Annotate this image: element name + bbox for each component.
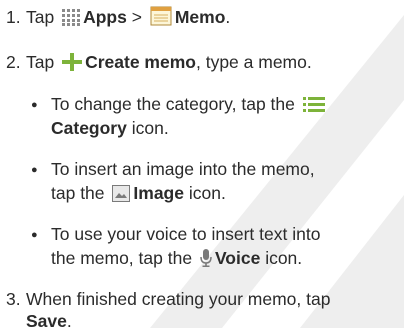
bullet-text-rest: icon. <box>260 248 303 268</box>
step-number: 2. <box>6 52 21 72</box>
bullet-dot: ● <box>31 164 38 176</box>
bullet-text: To change the category, tap the <box>51 94 295 114</box>
step-text-rest: , type a memo. <box>195 52 312 72</box>
apps-grid-icon <box>62 9 81 26</box>
bullet-text-rest: icon. <box>183 183 226 203</box>
instructions: 1. Tap Apps > Memo. 2. Tap Create memo, … <box>0 0 404 331</box>
bullet-text: the memo, tap the <box>51 248 193 268</box>
plus-icon <box>62 53 83 71</box>
memo-label: Memo <box>174 7 226 27</box>
memo-icon <box>150 6 172 26</box>
save-label: Save <box>26 311 67 331</box>
step-text: Tap <box>26 52 55 72</box>
period: . <box>225 7 231 27</box>
category-label: Category <box>51 118 127 138</box>
step-number: 3. <box>6 289 21 309</box>
period: . <box>66 311 72 331</box>
category-list-icon <box>302 96 325 113</box>
bullet-dot: ● <box>31 229 38 241</box>
microphone-icon <box>200 249 212 267</box>
step-text: Tap <box>26 7 55 27</box>
bullet-text: To insert an image into the memo, <box>51 159 315 179</box>
voice-label: Voice <box>214 248 261 268</box>
create-memo-label: Create memo <box>85 52 196 72</box>
apps-label: Apps <box>83 7 127 27</box>
bullet-text-rest: icon. <box>126 118 169 138</box>
image-icon <box>112 185 131 202</box>
step-text: When finished creating your memo, tap <box>26 289 331 309</box>
separator: > <box>131 7 142 27</box>
bullet-text: To use your voice to insert text into <box>51 224 321 244</box>
bullet-dot: ● <box>31 99 38 111</box>
bullet-text: tap the <box>51 183 105 203</box>
step-number: 1. <box>6 7 21 27</box>
image-label: Image <box>133 183 184 203</box>
